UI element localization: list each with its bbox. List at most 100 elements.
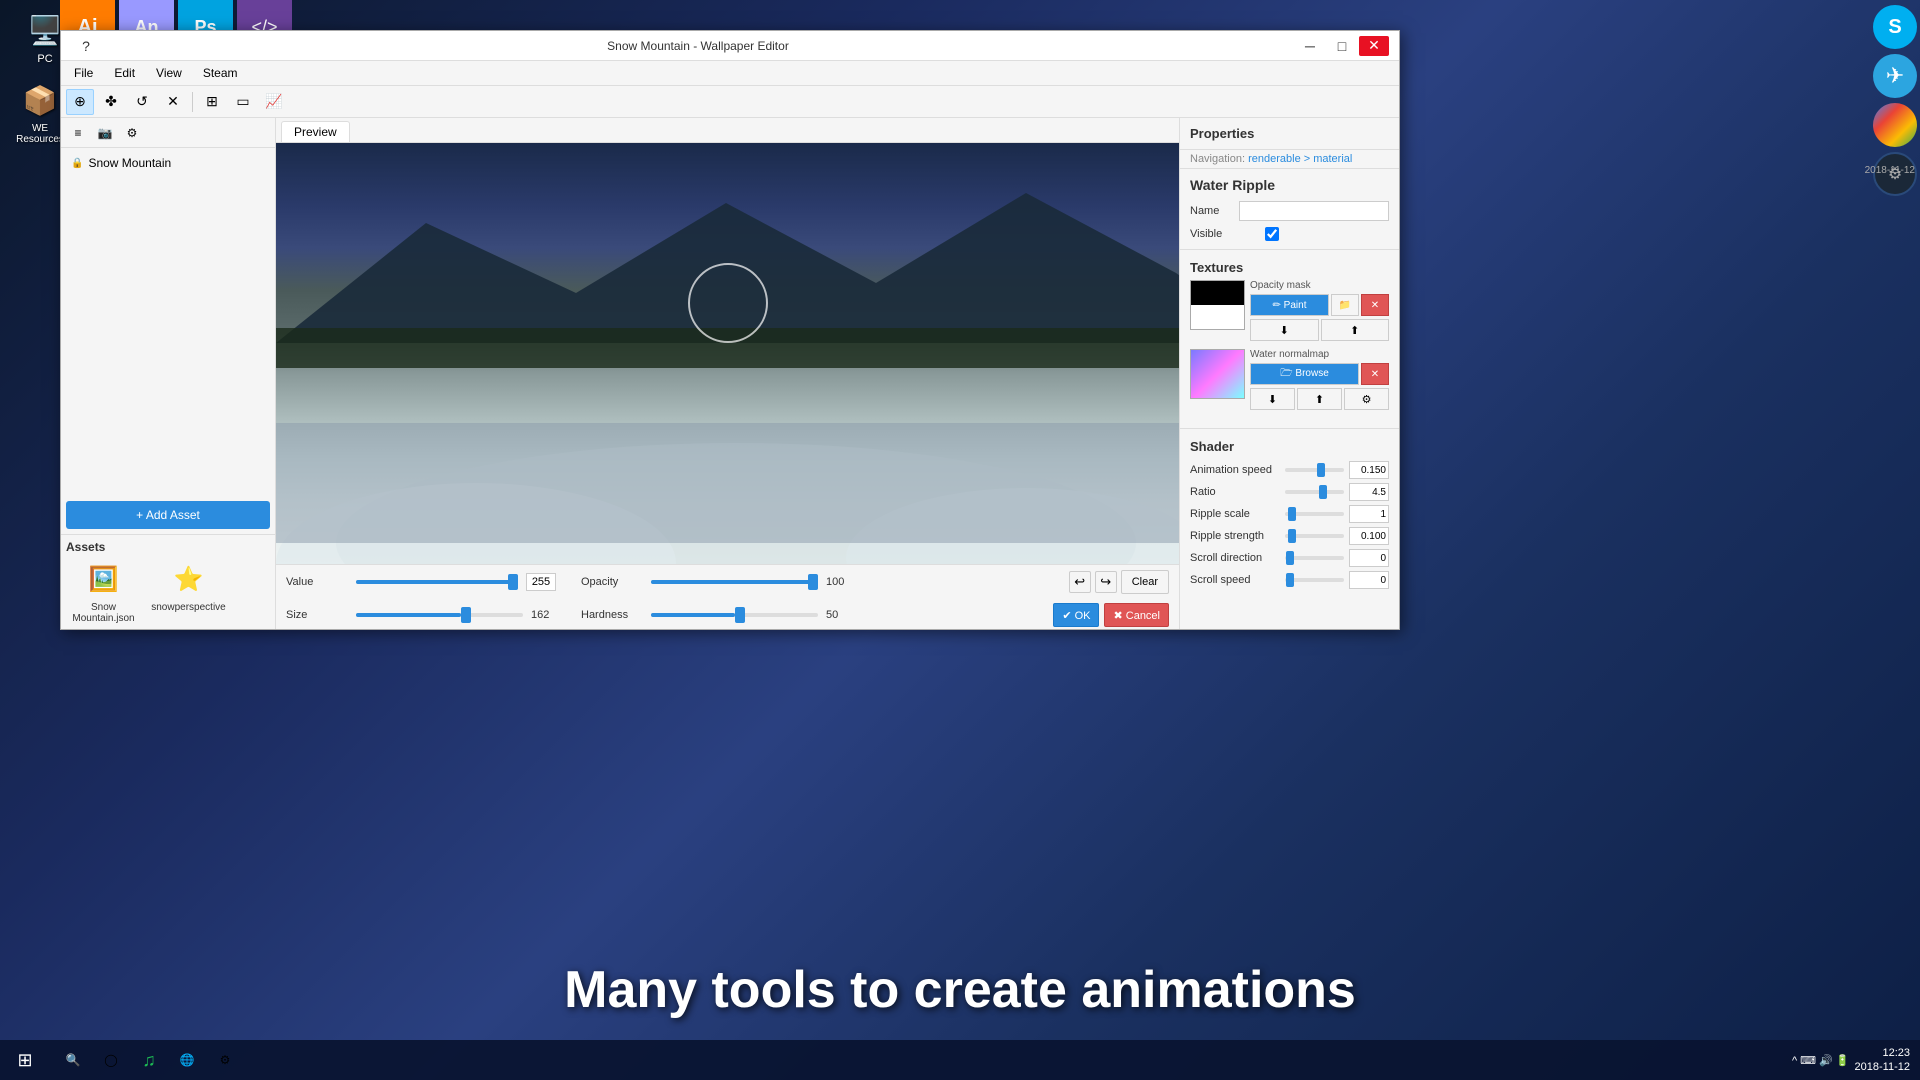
name-input[interactable] <box>1239 201 1389 221</box>
ripple-strength-thumb[interactable] <box>1288 529 1296 543</box>
browse-opacity-button[interactable]: 📁 <box>1331 294 1359 316</box>
shader-label-2: Ripple scale <box>1190 508 1280 520</box>
grid-view-button[interactable]: ⊞ <box>198 89 226 115</box>
help-button[interactable]: ? <box>71 36 101 56</box>
name-label: Name <box>1190 205 1234 217</box>
paint-button[interactable]: ✏ Paint <box>1250 294 1329 316</box>
scroll-dir-slider[interactable] <box>1285 550 1344 566</box>
ratio-value[interactable] <box>1349 483 1389 501</box>
value-slider-thumb[interactable] <box>508 574 518 590</box>
anim-speed-value[interactable] <box>1349 461 1389 479</box>
ripple-scale-value[interactable] <box>1349 505 1389 523</box>
ripple-strength-value[interactable] <box>1349 527 1389 545</box>
size-slider-thumb[interactable] <box>461 607 471 623</box>
normalmap-icon-2[interactable]: ⬆ <box>1297 388 1342 410</box>
visible-label: Visible <box>1190 228 1260 240</box>
taskbar-chrome[interactable]: 🌐 <box>169 1042 205 1078</box>
sidebar-toolbar: ≡ 📷 ⚙ <box>61 118 275 148</box>
undo-button[interactable]: ↩ <box>1069 571 1091 593</box>
scroll-dir-thumb[interactable] <box>1286 551 1294 565</box>
opacity-slider-track[interactable] <box>651 580 818 584</box>
menu-steam[interactable]: Steam <box>195 64 246 82</box>
value-slider-track[interactable] <box>356 580 518 584</box>
skype-icon[interactable]: S <box>1873 5 1917 49</box>
camera-button[interactable]: 📷 <box>93 122 117 144</box>
opacity-mask-preview <box>1190 280 1245 330</box>
ratio-slider[interactable] <box>1285 484 1344 500</box>
asset-star-icon: ⭐ <box>166 559 211 599</box>
clear-button[interactable]: Clear <box>1121 570 1169 594</box>
textures-section: Textures Opacity mask ✏ Paint 📁 <box>1180 255 1399 423</box>
list-view-button[interactable]: ≡ <box>66 122 90 144</box>
ripple-strength-slider[interactable] <box>1285 528 1344 544</box>
chart-view-button[interactable]: 📈 <box>260 89 288 115</box>
redo-button[interactable]: ↪ <box>1095 571 1117 593</box>
taskbar-search[interactable]: 🔍 <box>55 1042 91 1078</box>
sidebar-tree: 🔒 Snow Mountain <box>61 148 275 496</box>
opacity-icon-1[interactable]: ⬇ <box>1250 319 1319 341</box>
value-input[interactable]: 255 <box>526 573 556 591</box>
normalmap-label: Water normalmap <box>1250 349 1389 360</box>
chrome-icon[interactable] <box>1873 103 1917 147</box>
tree-item-snow-mountain[interactable]: 🔒 Snow Mountain <box>66 153 270 173</box>
preview-area[interactable] <box>276 143 1179 564</box>
move-tool-button[interactable]: ⊕ <box>66 89 94 115</box>
browse-button[interactable]: 🗁 Browse <box>1250 363 1359 385</box>
normalmap-icon-3[interactable]: ⚙ <box>1344 388 1389 410</box>
taskbar-settings[interactable]: ⚙ <box>207 1042 243 1078</box>
telegram-icon[interactable]: ✈ <box>1873 54 1917 98</box>
delete-normalmap-button[interactable]: ✕ <box>1361 363 1389 385</box>
settings-button[interactable]: ⚙ <box>120 122 144 144</box>
hardness-slider-thumb[interactable] <box>735 607 745 623</box>
anim-speed-slider[interactable] <box>1285 462 1344 478</box>
asset-item-snowperspective[interactable]: ⭐ snowperspective <box>151 559 226 624</box>
ratio-thumb[interactable] <box>1319 485 1327 499</box>
ripple-scale-thumb[interactable] <box>1288 507 1296 521</box>
opacity-value: 100 <box>826 576 851 588</box>
menu-view[interactable]: View <box>148 64 190 82</box>
shader-label-3: Ripple strength <box>1190 530 1280 542</box>
subtitle-text: Many tools to create animations <box>0 960 1920 1020</box>
shader-row-3: Ripple strength <box>1190 525 1389 547</box>
size-slider-track[interactable] <box>356 613 523 617</box>
menu-edit[interactable]: Edit <box>106 64 143 82</box>
scroll-speed-value[interactable] <box>1349 571 1389 589</box>
hardness-slider-track[interactable] <box>651 613 818 617</box>
opacity-mask-controls: Opacity mask ✏ Paint 📁 ✕ ⬇ ⬆ <box>1250 280 1389 341</box>
anim-speed-thumb[interactable] <box>1317 463 1325 477</box>
start-button[interactable]: ⊞ <box>0 1040 50 1080</box>
ripple-scale-slider[interactable] <box>1285 506 1344 522</box>
size-slider-fill <box>356 613 461 617</box>
taskbar-cortana[interactable]: ◯ <box>93 1042 129 1078</box>
visible-checkbox[interactable] <box>1265 227 1279 241</box>
close-tool-button[interactable]: ✕ <box>159 89 187 115</box>
close-button[interactable]: ✕ <box>1359 36 1389 56</box>
left-sidebar: ≡ 📷 ⚙ 🔒 Snow Mountain + Add Asset Assets <box>61 118 276 629</box>
scroll-speed-slider[interactable] <box>1285 572 1344 588</box>
add-asset-button[interactable]: + Add Asset <box>66 501 270 529</box>
asset-item-snow-mountain[interactable]: 🖼️ Snow Mountain.json <box>66 559 141 624</box>
shader-section: Shader Animation speed Ratio <box>1180 434 1399 596</box>
tab-preview[interactable]: Preview <box>281 121 350 142</box>
visible-row: Visible <box>1180 224 1399 244</box>
cancel-button[interactable]: ✖ Cancel <box>1104 603 1169 627</box>
main-content: Preview <box>276 118 1179 629</box>
ok-button[interactable]: ✔ OK <box>1053 603 1099 627</box>
maximize-button[interactable]: □ <box>1327 36 1357 56</box>
menu-file[interactable]: File <box>66 64 101 82</box>
browse-btn-row: 🗁 Browse ✕ <box>1250 363 1389 385</box>
transform-tool-button[interactable]: ✤ <box>97 89 125 115</box>
refresh-button[interactable]: ↺ <box>128 89 156 115</box>
scroll-speed-thumb[interactable] <box>1286 573 1294 587</box>
minimize-button[interactable]: ─ <box>1295 36 1325 56</box>
normalmap-icon-1[interactable]: ⬇ <box>1250 388 1295 410</box>
opacity-icon-2[interactable]: ⬆ <box>1321 319 1390 341</box>
opacity-slider-thumb[interactable] <box>808 574 818 590</box>
delete-opacity-button[interactable]: ✕ <box>1361 294 1389 316</box>
frame-view-button[interactable]: ▭ <box>229 89 257 115</box>
shader-title: Shader <box>1190 439 1389 454</box>
scroll-dir-value[interactable] <box>1349 549 1389 567</box>
shader-label-5: Scroll speed <box>1190 574 1280 586</box>
taskbar-spotify[interactable]: ♫ <box>131 1042 167 1078</box>
normalmap-row: Water normalmap 🗁 Browse ✕ ⬇ ⬆ ⚙ <box>1190 349 1389 410</box>
